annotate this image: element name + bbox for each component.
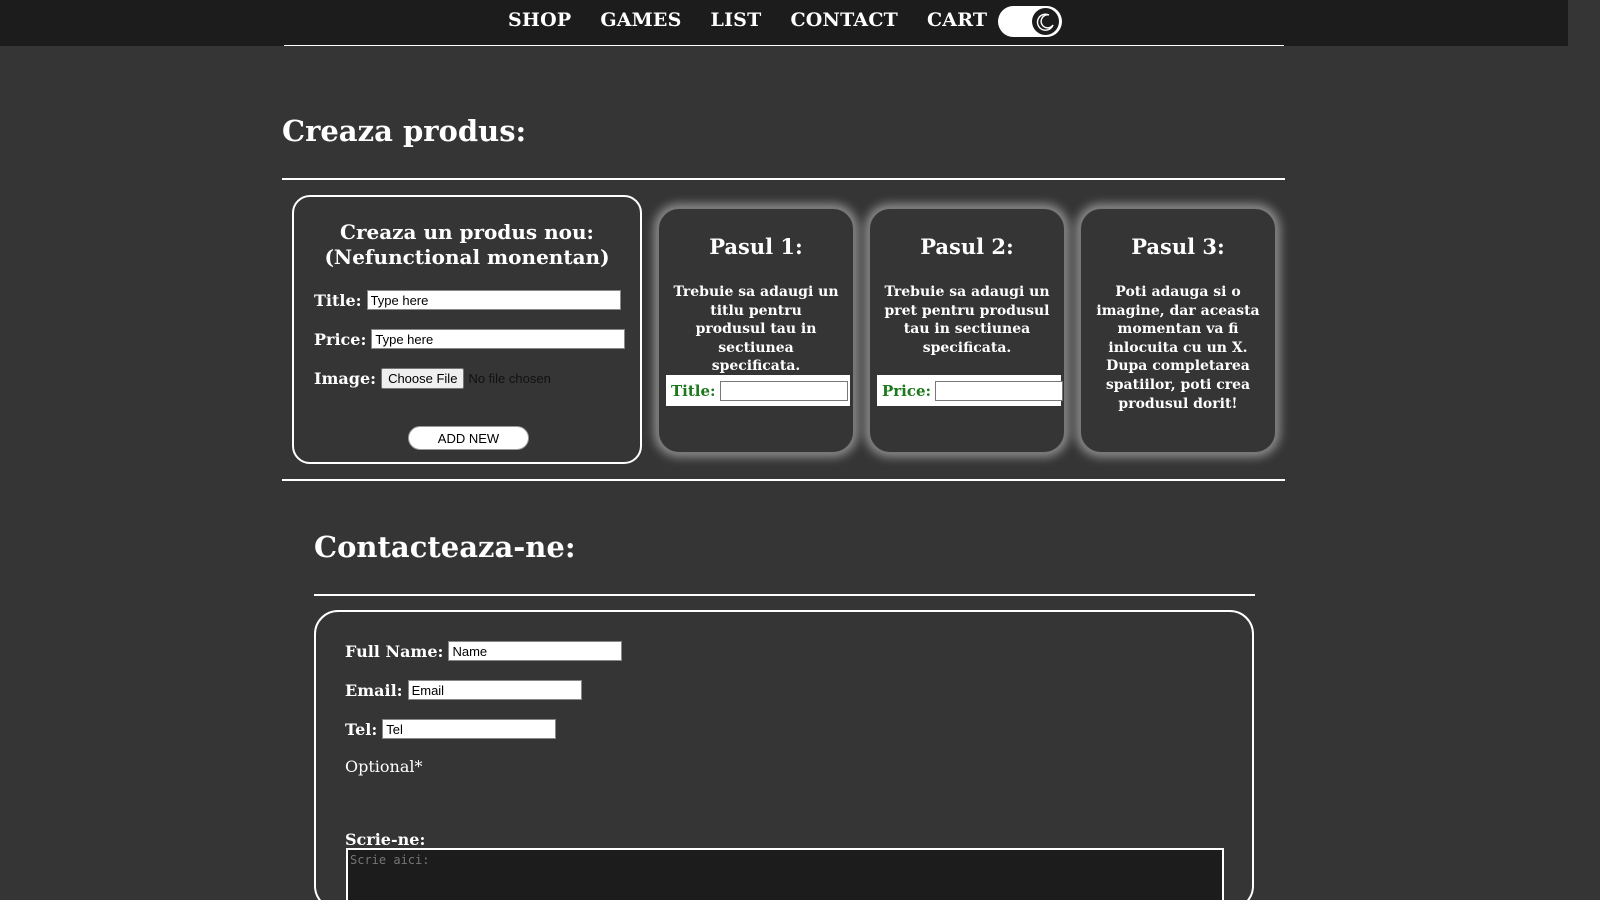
add-new-button[interactable]: ADD NEW [408, 426, 529, 450]
step-title: Pasul 1: [709, 234, 803, 259]
create-top-divider [282, 178, 1285, 180]
main-nav: SHOP GAMES LIST CONTACT CART [508, 9, 1016, 31]
step-title: Pasul 2: [920, 234, 1014, 259]
theme-toggle[interactable] [998, 6, 1062, 37]
title-input[interactable] [366, 290, 621, 310]
tel-input[interactable] [382, 719, 557, 739]
step-text: Poti adauga si o imagine, dar aceasta mo… [1096, 284, 1260, 412]
step-title-field: Title: [666, 375, 850, 406]
create-form-heading-line1: Creaza un produs nou: [340, 220, 594, 244]
tel-label: Tel: [345, 719, 378, 739]
nav-list[interactable]: LIST [711, 9, 762, 31]
nav-contact[interactable]: CONTACT [790, 9, 898, 31]
create-section-title: Creaza produs: [282, 114, 527, 148]
tel-row: Tel: [345, 719, 557, 739]
choose-file-button[interactable]: Choose File [381, 368, 465, 389]
step-card-3: Pasul 3: Poti adauga si o imagine, dar a… [1079, 207, 1277, 454]
create-form-heading: Creaza un produs nou: (Nefunctional mone… [294, 220, 640, 270]
email-row: Email: [345, 680, 582, 700]
step-card-2: Pasul 2: Trebuie sa adaugi un pret pentr… [868, 207, 1066, 454]
fullname-row: Full Name: [345, 641, 623, 661]
title-row: Title: [314, 290, 621, 310]
message-label: Scrie-ne: [345, 830, 426, 849]
step-text: Trebuie sa adaugi un titlu pentru produs… [673, 284, 839, 375]
optional-note: Optional* [345, 757, 423, 776]
image-label: Image: [314, 369, 377, 388]
contact-form: Full Name: Email: Tel: Optional* Scrie-n… [314, 610, 1254, 900]
create-product-form: Creaza un produs nou: (Nefunctional mone… [292, 195, 642, 464]
step-text: Trebuie sa adaugi un pret pentru produsu… [884, 284, 1050, 356]
file-status: No file chosen [468, 371, 551, 386]
price-row: Price: [314, 329, 626, 349]
nav-cart[interactable]: CART [927, 9, 987, 31]
step-price-input[interactable] [935, 380, 1064, 401]
fullname-label: Full Name: [345, 641, 444, 661]
step-title: Pasul 3: [1131, 234, 1225, 259]
contact-section-title: Contacteaza-ne: [314, 530, 576, 564]
fullname-input[interactable] [448, 641, 623, 661]
step-price-field: Price: [877, 375, 1064, 406]
email-input[interactable] [407, 680, 582, 700]
page-scrollbar[interactable] [1568, 0, 1600, 900]
create-form-heading-line2: (Nefunctional monentan) [324, 245, 610, 269]
price-input[interactable] [371, 329, 626, 349]
step-card-1: Pasul 1: Trebuie sa adaugi un titlu pent… [657, 207, 855, 454]
moon-icon [1032, 8, 1059, 35]
create-bottom-divider [282, 479, 1285, 481]
step-title-input[interactable] [719, 380, 848, 401]
image-row: Image: Choose File No file chosen [314, 368, 551, 389]
step-field-label: Title: [671, 381, 716, 400]
nav-shop[interactable]: SHOP [508, 9, 571, 31]
contact-divider [314, 594, 1255, 596]
message-textarea[interactable] [346, 848, 1224, 900]
nav-games[interactable]: GAMES [600, 9, 681, 31]
price-label: Price: [314, 329, 367, 349]
email-label: Email: [345, 680, 403, 700]
step-field-label: Price: [882, 381, 932, 400]
top-navbar: SHOP GAMES LIST CONTACT CART [0, 0, 1568, 46]
title-label: Title: [314, 290, 362, 310]
nav-divider [284, 45, 1284, 46]
